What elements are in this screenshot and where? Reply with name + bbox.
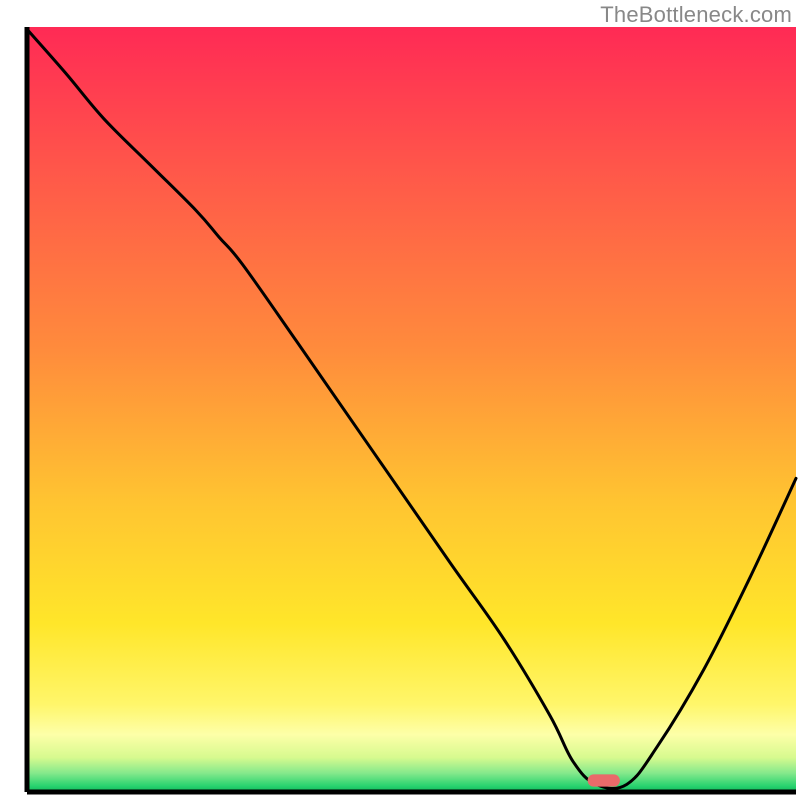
chart-frame: TheBottleneck.com: [0, 0, 800, 800]
optimum-marker: [588, 774, 620, 786]
watermark-text: TheBottleneck.com: [600, 2, 792, 28]
gradient-background: [27, 27, 796, 792]
bottleneck-chart: [0, 0, 800, 800]
